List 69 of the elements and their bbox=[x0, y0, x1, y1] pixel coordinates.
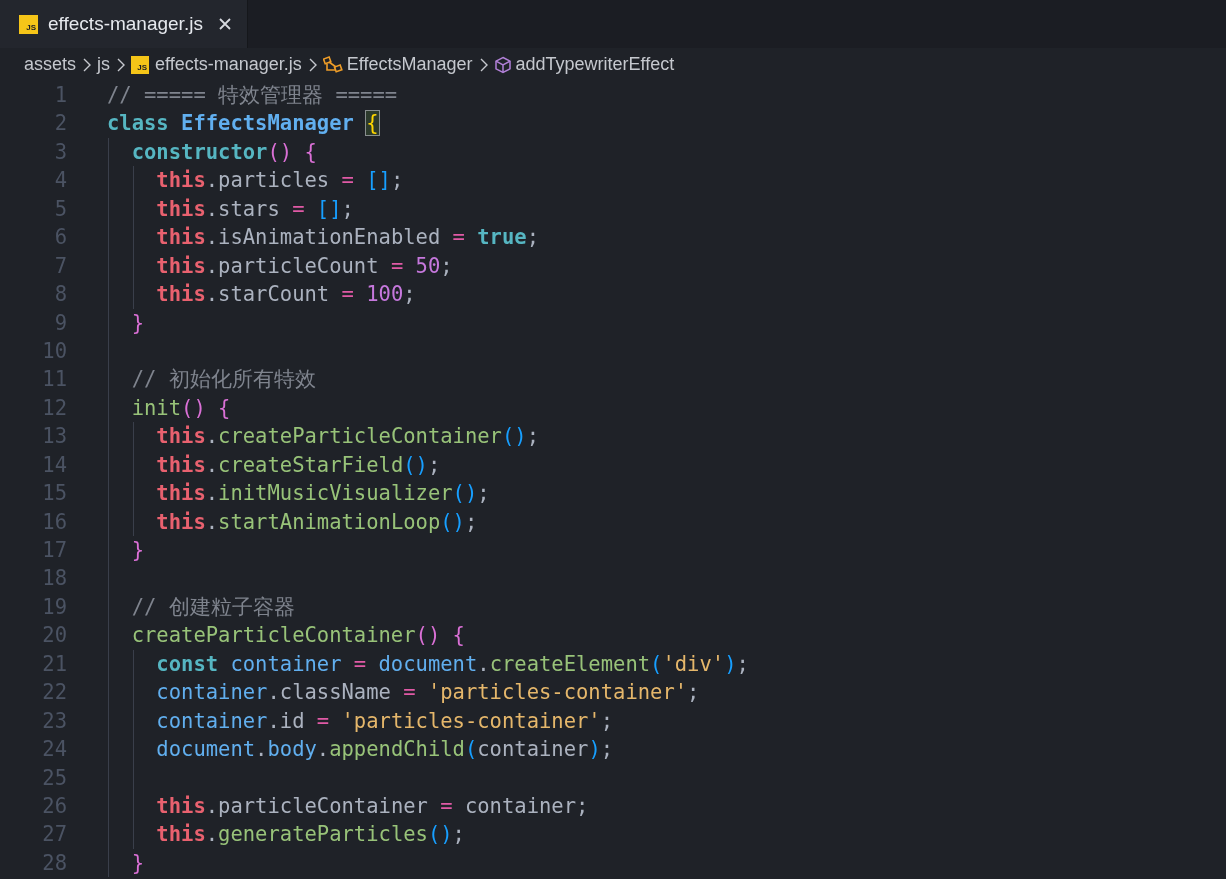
code-line: const container = document.createElement('div'); bbox=[155, 651, 749, 676]
line-number: 8 bbox=[53, 281, 67, 309]
code-line: // 初始化所有特效 bbox=[130, 367, 316, 392]
code-line: } bbox=[130, 850, 145, 875]
code-line: // ===== 特效管理器 ===== bbox=[107, 83, 398, 107]
line-number: 21 bbox=[41, 650, 67, 678]
chevron-icon bbox=[307, 56, 318, 73]
line-number: 17 bbox=[41, 537, 67, 564]
line-number: 15 bbox=[41, 480, 67, 508]
line-number: 4 bbox=[53, 167, 67, 195]
close-icon bbox=[217, 17, 232, 31]
code-line: this.particleContainer = container; bbox=[155, 793, 589, 818]
code-line: } bbox=[130, 538, 145, 562]
line-number: 9 bbox=[53, 309, 67, 337]
code-line: this.generateParticles(); bbox=[155, 822, 465, 847]
line-number: 7 bbox=[53, 252, 67, 280]
line-number: 24 bbox=[41, 736, 67, 764]
line-number: 13 bbox=[41, 423, 67, 451]
code-line: this.starCount = 100; bbox=[155, 282, 416, 307]
line-number: 14 bbox=[41, 451, 67, 479]
line-number: 23 bbox=[41, 707, 67, 735]
line-number: 1 bbox=[53, 82, 67, 109]
breadcrumb-item[interactable]: effects-manager.js bbox=[155, 54, 302, 75]
editor-tab[interactable]: JS effects-manager.js bbox=[0, 0, 248, 48]
line-number: 11 bbox=[41, 366, 67, 394]
code-line: // 创建粒子容器 bbox=[130, 594, 295, 619]
chevron-icon bbox=[478, 56, 489, 73]
breadcrumb-item[interactable]: addTypewriterEffect bbox=[515, 54, 675, 75]
line-number: 20 bbox=[41, 622, 67, 650]
line-number: 28 bbox=[41, 849, 67, 877]
code-line: this.particles = []; bbox=[155, 168, 404, 193]
chevron-icon bbox=[116, 56, 127, 73]
code-line: container.id = 'particles-container'; bbox=[155, 708, 614, 733]
code-line: document.body.appendChild(container); bbox=[155, 737, 614, 762]
code-line: this.stars = []; bbox=[155, 196, 354, 221]
code-line: this.startAnimationLoop(); bbox=[155, 509, 478, 534]
class-icon bbox=[322, 55, 343, 74]
line-number: 25 bbox=[41, 764, 67, 792]
cube-icon bbox=[493, 55, 512, 74]
code-line: this.createStarField(); bbox=[155, 452, 441, 477]
code-line: this.particleCount = 50; bbox=[155, 253, 453, 278]
code-line: init() { bbox=[130, 395, 231, 420]
line-number: 27 bbox=[41, 821, 67, 849]
line-number: 12 bbox=[41, 394, 67, 422]
line-number: 22 bbox=[41, 679, 67, 707]
code-line: createParticleContainer() { bbox=[130, 623, 465, 648]
code-line: } bbox=[130, 310, 145, 335]
line-number: 16 bbox=[41, 508, 67, 536]
tab-label: effects-manager.js bbox=[48, 13, 203, 35]
code-line: this.isAnimationEnabled = true; bbox=[155, 225, 539, 250]
js-file-icon: JS bbox=[131, 55, 150, 74]
line-number: 26 bbox=[41, 792, 67, 820]
line-number: 6 bbox=[53, 224, 67, 252]
line-number: 19 bbox=[41, 593, 67, 621]
breadcrumb-item[interactable]: js bbox=[97, 54, 111, 75]
js-file-icon: JS bbox=[19, 14, 38, 34]
line-number: 5 bbox=[53, 195, 67, 223]
breadcrumb-item[interactable]: EffectsManager bbox=[346, 54, 473, 75]
code-line: this.createParticleContainer(); bbox=[155, 424, 539, 449]
code-line: container.className = 'particles-container'; bbox=[155, 680, 700, 705]
code-line: constructor() { bbox=[130, 139, 317, 164]
line-number: 18 bbox=[41, 565, 67, 593]
line-number: 10 bbox=[41, 337, 67, 365]
line-number: 2 bbox=[53, 110, 67, 138]
code-line: class EffectsManager { bbox=[107, 111, 379, 136]
line-number: 3 bbox=[53, 138, 67, 166]
breadcrumb-item[interactable]: assets bbox=[24, 54, 77, 75]
chevron-icon bbox=[82, 56, 93, 73]
code-line: this.initMusicVisualizer(); bbox=[155, 481, 490, 506]
